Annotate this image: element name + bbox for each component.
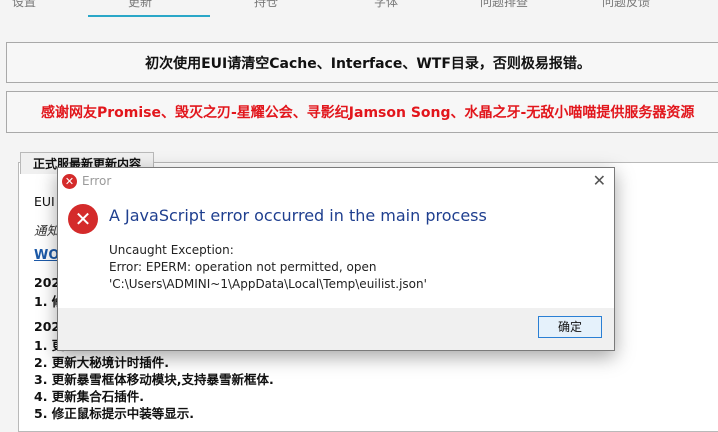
dialog-titlebar[interactable]: ✕ Error ✕ [58,168,614,196]
notice-banner: 初次使用EUI请清空Cache、Interface、WTF目录，否则极易报错。 [6,42,718,83]
active-tab-indicator [88,15,210,17]
dialog-detail-line: Uncaught Exception: [109,243,234,257]
error-small-icon: ✕ [62,174,77,189]
notice-text: 初次使用EUI请清空Cache、Interface、WTF目录，否则极易报错。 [145,55,591,72]
top-tab-bar: 设置 更新 持仓 字体 问题排查 问题反馈 [0,0,718,18]
dialog-detail-line: Error: EPERM: operation not permitted, o… [109,260,377,274]
thanks-text: 感谢网友Promise、毁灭之刃-星耀公会、寻影纪Jamson Song、水晶之… [41,105,695,121]
dialog-title: Error [82,174,112,188]
panel-line-eui: EUI [34,194,55,209]
panel-line-notice: 通知 [34,223,60,238]
dialog-footer: 确定 [58,308,614,350]
tab-holdings[interactable]: 持仓 [254,0,278,10]
tab-troubleshoot[interactable]: 问题排查 [480,0,528,10]
tab-update[interactable]: 更新 [128,0,152,10]
thanks-banner: 感谢网友Promise、毁灭之刃-星耀公会、寻影纪Jamson Song、水晶之… [6,91,718,133]
panel-line-link[interactable]: WO [34,248,59,263]
dialog-heading: A JavaScript error occurred in the main … [109,206,487,225]
error-icon: ✕ [68,204,98,234]
tab-font[interactable]: 字体 [374,0,398,10]
error-dialog: ✕ Error ✕ ✕ A JavaScript error occurred … [57,167,615,351]
tab-settings[interactable]: 设置 [12,0,36,10]
close-icon[interactable]: ✕ [593,171,606,190]
tab-feedback[interactable]: 问题反馈 [602,0,650,10]
panel-line-item: 5. 修正鼠标提示中装等显示. [34,406,195,421]
ok-button[interactable]: 确定 [538,316,602,338]
dialog-detail-line: 'C:\Users\ADMINI~1\AppData\Local\Temp\eu… [109,277,427,291]
dialog-body: ✕ A JavaScript error occurred in the mai… [58,196,614,308]
